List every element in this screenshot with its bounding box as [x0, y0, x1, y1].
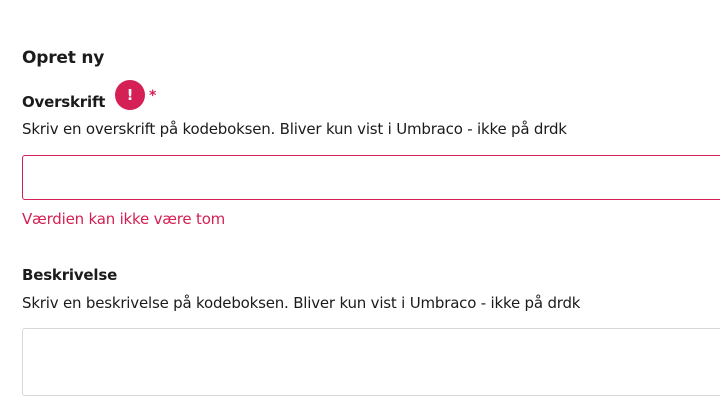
headline-input[interactable]: [22, 155, 720, 200]
required-marker: *: [149, 88, 157, 104]
create-new-form: Opret ny Overskrift ! * Skriv en overskr…: [0, 0, 720, 405]
section-title: Opret ny: [22, 48, 105, 68]
alert-glyph: !: [126, 86, 134, 104]
headline-description: Skriv en overskrift på kodeboksen. Blive…: [22, 120, 567, 138]
description-help-text: Skriv en beskrivelse på kodeboksen. Bliv…: [22, 294, 581, 312]
description-textarea[interactable]: [22, 328, 720, 396]
headline-label: Overskrift: [22, 93, 106, 111]
description-label: Beskrivelse: [22, 266, 118, 284]
headline-error-message: Værdien kan ikke være tom: [22, 210, 226, 228]
exclamation-circle-icon: !: [115, 80, 145, 110]
